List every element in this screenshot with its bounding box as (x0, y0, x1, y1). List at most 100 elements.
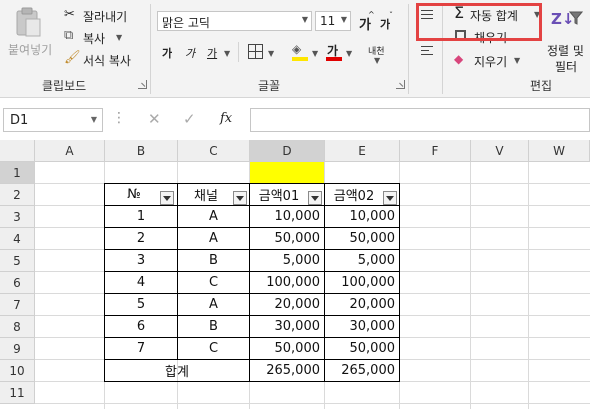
row-header-5[interactable]: 5 (0, 250, 35, 272)
phonetic-dropdown-icon[interactable]: ▼ (374, 56, 380, 65)
editing-group-label: 편집 (530, 79, 553, 93)
name-box[interactable]: D1 ▼ (3, 108, 103, 132)
table-cell[interactable]: 5,000 (250, 250, 324, 271)
fill-dropdown-icon[interactable]: ▼ (312, 49, 318, 58)
worksheet-grid[interactable]: A B C D E F V W 1 2 3 4 5 6 7 8 9 10 11 … (0, 140, 590, 409)
column-header-e[interactable]: E (325, 140, 400, 162)
row-header-4[interactable]: 4 (0, 228, 35, 250)
table-border (104, 359, 400, 360)
column-header-w[interactable]: W (529, 140, 590, 162)
table-cell[interactable]: 2 (105, 228, 177, 249)
table-cell[interactable]: 50,000 (250, 338, 324, 359)
table-cell[interactable]: 50,000 (325, 228, 399, 249)
table-header-channel[interactable]: 채널 (178, 184, 234, 205)
table-cell[interactable]: 30,000 (250, 316, 324, 337)
column-header-f[interactable]: F (400, 140, 471, 162)
table-cell[interactable]: 50,000 (250, 228, 324, 249)
font-name-combo[interactable]: 맑은 고딕 ▼ (157, 11, 312, 31)
column-header-d[interactable]: D (250, 140, 325, 162)
scissors-icon: ✂ (64, 7, 75, 22)
select-all-corner[interactable] (0, 140, 35, 162)
clear-dropdown-icon[interactable]: ▼ (514, 56, 520, 65)
row-header-3[interactable]: 3 (0, 206, 35, 228)
table-cell[interactable]: 1 (105, 206, 177, 227)
selected-cell-d1[interactable] (250, 162, 324, 183)
table-header-no[interactable]: № (105, 184, 163, 205)
copy-dropdown-icon[interactable]: ▼ (116, 33, 122, 42)
underline-button[interactable]: 가 (207, 45, 217, 61)
table-cell[interactable]: 4 (105, 272, 177, 293)
table-border (249, 183, 250, 382)
total-label[interactable]: 합계 (105, 360, 249, 381)
table-border (399, 183, 400, 382)
font-group-label: 글꼴 (258, 79, 281, 93)
table-cell[interactable]: 30,000 (325, 316, 399, 337)
paste-icon[interactable] (14, 6, 42, 38)
filter-dropdown-icon[interactable] (233, 191, 247, 205)
column-header-c[interactable]: C (178, 140, 250, 162)
table-header-amount02[interactable]: 금액02 (325, 184, 383, 205)
row-header-8[interactable]: 8 (0, 316, 35, 338)
enter-icon[interactable]: ✓ (183, 110, 196, 128)
table-cell[interactable]: 10,000 (325, 206, 399, 227)
table-cell[interactable]: 20,000 (250, 294, 324, 315)
table-border (104, 271, 400, 272)
row-header-7[interactable]: 7 (0, 294, 35, 316)
sort-label-2: 필터 (555, 60, 578, 74)
table-cell[interactable]: 100,000 (325, 272, 399, 293)
table-cell[interactable]: 5,000 (325, 250, 399, 271)
align-left-icon[interactable] (421, 46, 433, 55)
brush-icon: 🖌 (64, 50, 81, 65)
table-cell[interactable]: B (178, 250, 249, 271)
table-cell[interactable]: 6 (105, 316, 177, 337)
table-cell[interactable]: 3 (105, 250, 177, 271)
table-cell[interactable]: C (178, 272, 249, 293)
underline-dropdown-icon[interactable]: ▼ (224, 49, 230, 58)
filter-dropdown-icon[interactable] (160, 191, 174, 205)
filter-dropdown-icon[interactable] (383, 191, 397, 205)
cancel-icon[interactable]: ✕ (148, 110, 161, 128)
filter-dropdown-icon[interactable] (308, 191, 322, 205)
column-header-v[interactable]: V (471, 140, 529, 162)
row-header-6[interactable]: 6 (0, 272, 35, 294)
sort-label-1: 정렬 및 (547, 44, 584, 58)
row-header-11[interactable]: 11 (0, 382, 35, 404)
clipboard-launcher-icon[interactable] (138, 80, 147, 89)
table-border (104, 315, 400, 316)
table-cell[interactable]: B (178, 316, 249, 337)
table-cell[interactable]: 5 (105, 294, 177, 315)
table-cell[interactable]: A (178, 206, 249, 227)
border-icon[interactable] (248, 44, 263, 59)
insert-function-icon[interactable]: fx (220, 111, 232, 126)
font-launcher-icon[interactable] (396, 80, 405, 89)
total-amount02[interactable]: 265,000 (325, 360, 399, 381)
table-cell[interactable]: A (178, 294, 249, 315)
row-header-10[interactable]: 10 (0, 360, 35, 382)
table-border (104, 293, 400, 294)
table-border (324, 183, 325, 382)
row-header-1[interactable]: 1 (0, 162, 35, 184)
table-cell[interactable]: C (178, 338, 249, 359)
font-size-combo[interactable]: 11 ▼ (315, 11, 351, 31)
table-cell[interactable]: 100,000 (250, 272, 324, 293)
table-cell[interactable]: 50,000 (325, 338, 399, 359)
column-header-b[interactable]: B (105, 140, 178, 162)
cut-label: 잘라내기 (83, 10, 128, 24)
paste-button-label[interactable]: 붙여넣기 (8, 41, 52, 58)
italic-button[interactable]: 가 (185, 45, 195, 61)
border-dropdown-icon[interactable]: ▼ (268, 49, 274, 58)
table-cell[interactable]: 7 (105, 338, 177, 359)
table-cell[interactable]: 20,000 (325, 294, 399, 315)
bold-button[interactable]: 가 (162, 45, 172, 61)
row-header-2[interactable]: 2 (0, 184, 35, 206)
row-header-9[interactable]: 9 (0, 338, 35, 360)
formula-input[interactable] (250, 108, 590, 132)
column-header-a[interactable]: A (35, 140, 105, 162)
table-cell[interactable]: A (178, 228, 249, 249)
total-amount01[interactable]: 265,000 (250, 360, 324, 381)
font-color-dropdown-icon[interactable]: ▼ (346, 49, 352, 58)
clear-label: 지우기 (474, 55, 508, 69)
table-header-amount01[interactable]: 금액01 (250, 184, 308, 205)
gridline (528, 162, 529, 409)
table-cell[interactable]: 10,000 (250, 206, 324, 227)
